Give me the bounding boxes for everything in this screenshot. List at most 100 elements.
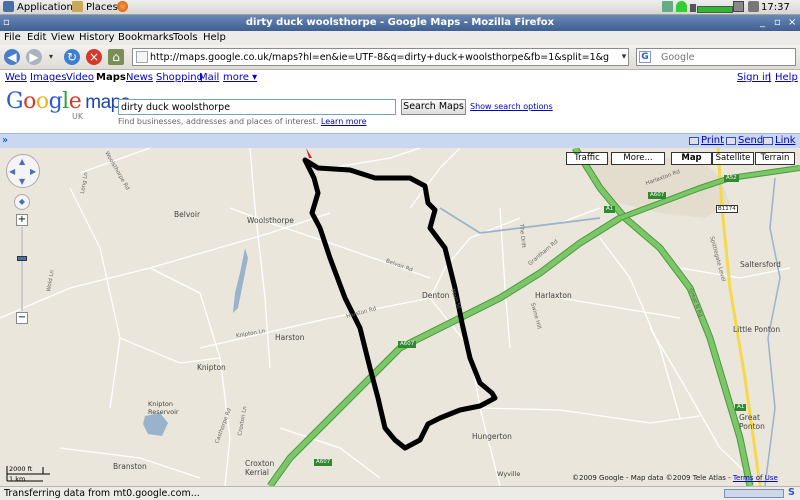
- wifi-icon[interactable]: [676, 1, 690, 14]
- menu-file[interactable]: File: [4, 31, 21, 45]
- place-knipton[interactable]: Knipton: [197, 363, 226, 372]
- applications-label: Applications: [17, 2, 79, 13]
- link-images[interactable]: Images: [30, 72, 67, 83]
- learn-more-link[interactable]: Learn more: [321, 117, 367, 126]
- link-shopping[interactable]: Shopping: [156, 72, 203, 83]
- pan-down-icon[interactable]: ▼: [19, 177, 25, 186]
- link-web[interactable]: Web: [5, 72, 27, 83]
- search-maps-button[interactable]: Search Maps: [401, 99, 466, 115]
- pan-up-icon[interactable]: ▲: [19, 157, 25, 166]
- help-link[interactable]: Help: [775, 72, 798, 83]
- menu-help[interactable]: Help: [203, 31, 226, 45]
- close-icon[interactable]: ×: [788, 16, 796, 30]
- home-icon[interactable]: ⌂: [108, 49, 124, 65]
- url-input[interactable]: [150, 50, 610, 64]
- terms-of-use-link[interactable]: Terms of Use: [733, 474, 778, 482]
- place-hungerton[interactable]: Hungerton: [472, 432, 512, 441]
- window-titlebar[interactable]: dirty duck woolsthorpe - Google Maps - M…: [0, 15, 800, 31]
- map-canvas[interactable]: ▲ ◀ ▶ ▼ ◆ + − Traffic More... Map Satell…: [0, 148, 800, 486]
- send-link[interactable]: Send: [738, 135, 763, 146]
- place-denton[interactable]: Denton: [422, 291, 449, 300]
- collapse-panel-icon[interactable]: »: [2, 135, 8, 146]
- street-view-icon[interactable]: ◆: [14, 194, 30, 210]
- firefox-launcher-icon[interactable]: [117, 1, 131, 14]
- place-saltersford[interactable]: Saltersford: [740, 260, 781, 269]
- volume-icon[interactable]: [748, 1, 762, 14]
- progress-bar: [724, 489, 784, 498]
- web-search-input[interactable]: [661, 50, 791, 64]
- stop-icon[interactable]: ×: [86, 49, 102, 65]
- search-bar[interactable]: G: [636, 48, 796, 66]
- show-search-options-link[interactable]: Show search options: [470, 102, 553, 111]
- menu-history[interactable]: History: [79, 31, 115, 45]
- favicon-icon: [136, 51, 148, 63]
- map-toolbar-strip: » Print Send Link: [0, 133, 800, 148]
- pan-right-icon[interactable]: ▶: [30, 167, 36, 176]
- google-maps-logo[interactable]: Google maps: [6, 90, 130, 115]
- traffic-button[interactable]: Traffic: [566, 152, 608, 165]
- zoom-in-icon[interactable]: +: [16, 214, 28, 226]
- map-type-satellite[interactable]: Satellite: [712, 152, 754, 165]
- print-icon[interactable]: [689, 137, 699, 145]
- road-shield-a607-south: A607: [314, 459, 333, 466]
- sign-in-link[interactable]: Sign in: [737, 72, 771, 83]
- applications-menu[interactable]: Applications: [3, 1, 78, 14]
- pan-control[interactable]: ▲ ◀ ▶ ▼: [6, 154, 40, 188]
- knipton-reservoir-water: [143, 413, 168, 436]
- google-links-bar: Web Images Video Maps News Shopping Mail…: [0, 70, 800, 86]
- window-menu-icon[interactable]: ▫: [3, 16, 10, 30]
- menu-bookmarks[interactable]: Bookmarks: [118, 31, 174, 45]
- send-icon[interactable]: [726, 137, 736, 145]
- logo-region: UK: [72, 112, 84, 121]
- place-wyville[interactable]: Wyville: [497, 470, 520, 478]
- menu-view[interactable]: View: [51, 31, 75, 45]
- place-croxton-kerrial[interactable]: Croxton Kerrial: [245, 459, 285, 477]
- place-great-ponton[interactable]: Great Ponton: [739, 413, 769, 431]
- link-icon[interactable]: [763, 137, 773, 145]
- google-engine-icon[interactable]: G: [639, 51, 651, 63]
- forward-icon[interactable]: ▶: [26, 49, 42, 65]
- minimize-icon[interactable]: _: [760, 16, 765, 30]
- reload-icon[interactable]: ↻: [64, 49, 80, 65]
- url-bar[interactable]: [132, 48, 629, 66]
- map-type-terrain[interactable]: Terrain: [755, 152, 795, 165]
- window-title: dirty duck woolsthorpe - Google Maps - M…: [245, 17, 555, 28]
- maps-search-input[interactable]: [118, 99, 396, 115]
- maximize-icon[interactable]: ▫: [774, 16, 781, 30]
- map-copyright: ©2009 Google - Map data ©2009 Tele Atlas…: [572, 474, 778, 482]
- road-shield-a52: A52: [724, 175, 739, 182]
- clock[interactable]: 17:37: [761, 1, 790, 14]
- screen-icon[interactable]: [733, 1, 747, 14]
- place-knipton-reservoir[interactable]: Knipton Reservoir: [148, 400, 179, 416]
- place-belvoir[interactable]: Belvoir: [174, 210, 200, 219]
- url-dropdown-icon[interactable]: ▾: [619, 52, 629, 62]
- place-harlaxton[interactable]: Harlaxton: [535, 291, 572, 300]
- place-harston[interactable]: Harston: [275, 333, 305, 342]
- map-type-map[interactable]: Map: [671, 152, 712, 165]
- navigation-toolbar: ◀ ▶ ▾ ↻ × ⌂ ▾ G: [0, 45, 800, 70]
- pan-left-icon[interactable]: ◀: [9, 167, 15, 176]
- logo-google: Google: [6, 89, 82, 114]
- link-news[interactable]: News: [126, 72, 153, 83]
- zoom-slider-handle[interactable]: [17, 256, 27, 261]
- place-little-ponton[interactable]: Little Ponton: [733, 325, 780, 334]
- print-link[interactable]: Print: [701, 135, 724, 146]
- network-icon[interactable]: [662, 1, 676, 14]
- zoom-out-icon[interactable]: −: [16, 312, 28, 324]
- places-menu[interactable]: Places: [72, 1, 118, 14]
- back-icon[interactable]: ◀: [4, 49, 20, 65]
- more-button[interactable]: More...: [611, 152, 665, 165]
- road-shield-b1174: B1174: [716, 205, 738, 213]
- history-dropdown-icon[interactable]: ▾: [46, 49, 56, 65]
- place-branston[interactable]: Branston: [113, 462, 147, 471]
- link-video[interactable]: Video: [66, 72, 94, 83]
- menu-tools[interactable]: Tools: [173, 31, 198, 45]
- link-more[interactable]: more ▾: [223, 72, 257, 83]
- menu-edit[interactable]: Edit: [27, 31, 46, 45]
- link-mail[interactable]: Mail: [199, 72, 219, 83]
- link-maps: Maps: [96, 72, 126, 83]
- scale-feet: 2000 ft: [9, 465, 33, 473]
- place-woolsthorpe[interactable]: Woolsthorpe: [247, 216, 294, 225]
- link-link[interactable]: Link: [775, 135, 795, 146]
- zoom-slider-track[interactable]: [21, 227, 23, 311]
